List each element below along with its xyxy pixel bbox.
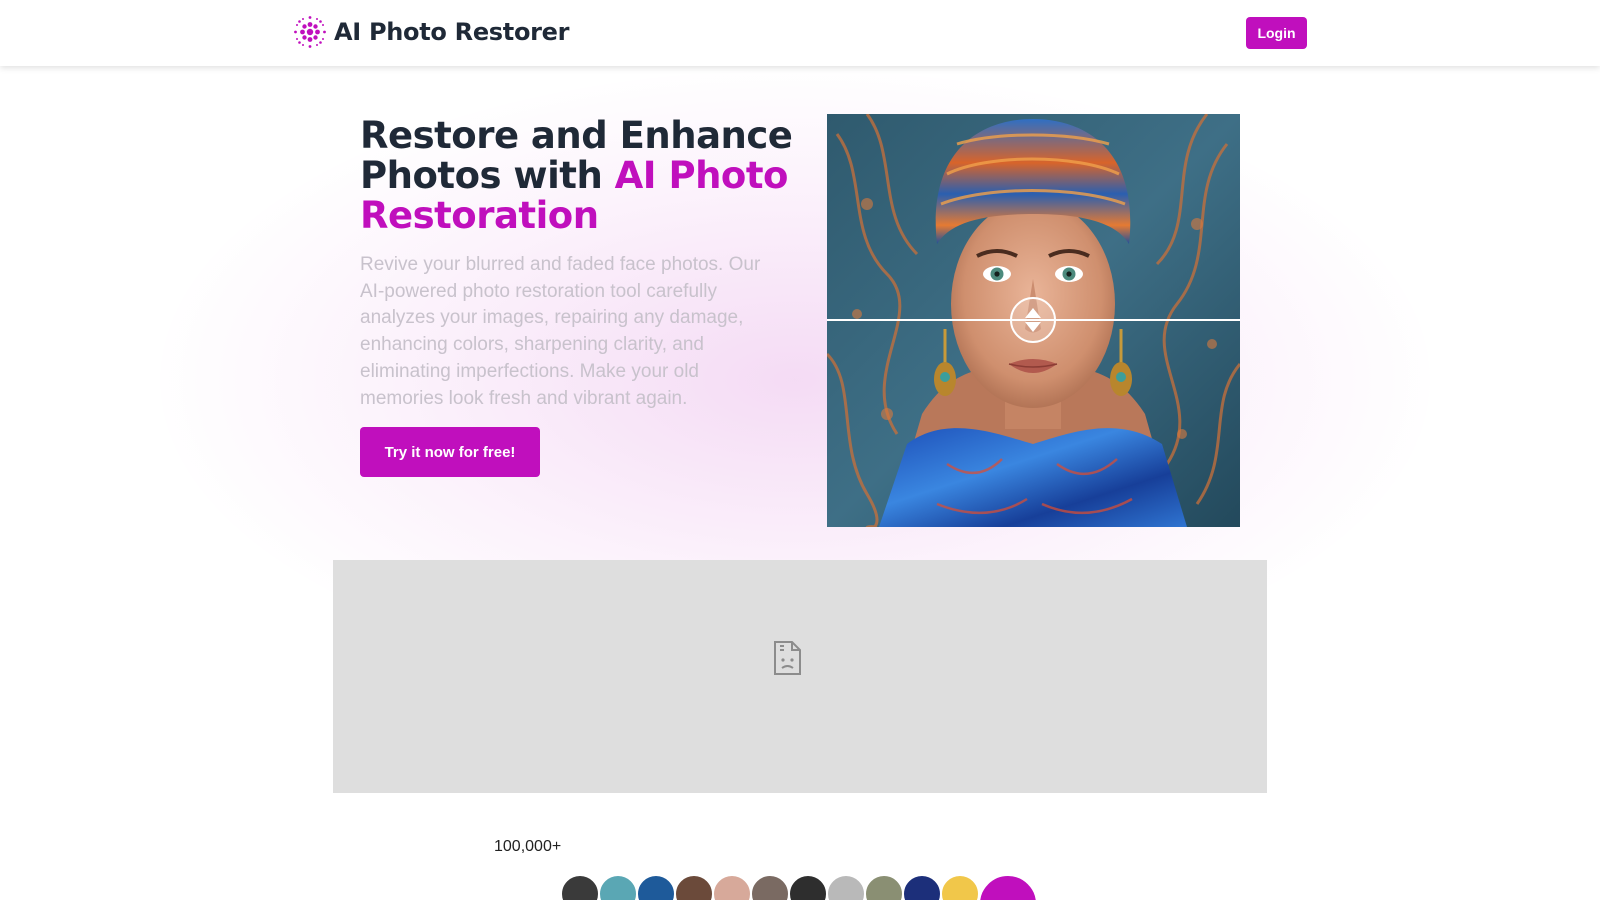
user-count: 100,000+ [494, 838, 562, 855]
broken-file-icon [774, 641, 801, 675]
video-placeholder[interactable] [333, 560, 1267, 793]
avatar [750, 874, 790, 900]
avatar [636, 874, 676, 900]
avatar [826, 874, 866, 900]
avatar [712, 874, 752, 900]
avatar [902, 874, 942, 900]
hero-description: Revive your blurred and faded face photo… [360, 254, 761, 409]
avatar [788, 874, 828, 900]
top-navbar: AI Photo Restorer Login [0, 0, 1600, 66]
avatar [864, 874, 904, 900]
avatar [560, 874, 600, 900]
login-button[interactable]: Login [1246, 17, 1307, 49]
compare-slider-handle[interactable] [1010, 297, 1056, 343]
avatar [674, 874, 714, 900]
avatar [598, 874, 638, 900]
hero-title: Restore and Enhance Photos with AI Photo… [360, 116, 800, 236]
try-now-button[interactable]: Try it now for free! [360, 427, 540, 477]
up-down-arrows-icon [1025, 308, 1041, 332]
dotted-sphere-icon [294, 16, 326, 48]
brand-logo[interactable]: AI Photo Restorer [292, 14, 570, 50]
more-users-badge [978, 874, 1038, 900]
avatar [940, 874, 980, 900]
before-after-comparison[interactable] [827, 114, 1240, 527]
brand-name: AI Photo Restorer [334, 18, 570, 46]
